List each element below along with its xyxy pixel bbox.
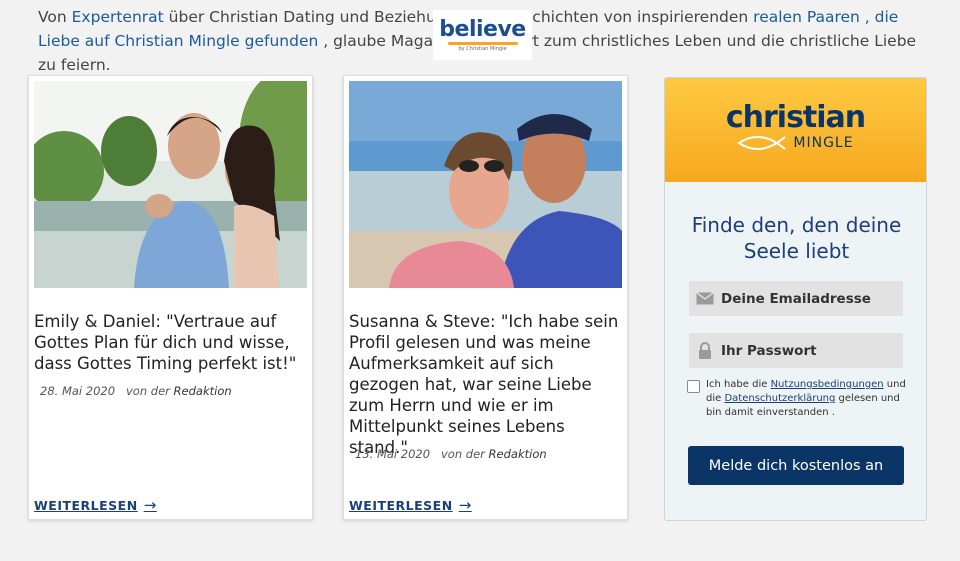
terms-consent: Ich habe die Nutzungsbedingungen und die… — [687, 378, 907, 420]
christian-mingle-logo-row: MINGLE — [737, 135, 853, 151]
read-more-label: WEITERLESEN — [34, 497, 138, 513]
terms-text: Ich habe die Nutzungsbedingungen und die… — [706, 379, 906, 418]
story-card: Emily & Daniel: "Vertraue auf Gottes Pla… — [28, 75, 313, 520]
envelope-icon — [695, 289, 715, 309]
read-more-link[interactable]: WEITERLESEN → — [34, 496, 157, 514]
expertenrat-link[interactable]: Expertenrat — [72, 8, 164, 26]
lock-icon — [695, 341, 715, 361]
story-by: von der — [126, 384, 170, 398]
believe-logo[interactable]: believe by Christian Mingle — [433, 10, 532, 60]
story-meta: 28. Mai 2020 von der Redaktion — [40, 384, 232, 398]
privacy-policy-link[interactable]: Datenschutzerklärung — [724, 393, 835, 404]
fish-icon — [737, 136, 787, 150]
story-quote: Emily & Daniel: "Vertraue auf Gottes Pla… — [34, 312, 297, 373]
terms-of-use-link[interactable]: Nutzungsbedingungen — [771, 379, 884, 390]
story-quote: Susanna & Steve: "Ich habe sein Profil g… — [349, 312, 619, 457]
story-meta: 13. Mai 2020 von der Redaktion — [355, 447, 547, 461]
christian-mingle-logo: christian — [725, 100, 866, 135]
signup-panel: christian MINGLE Finde den, den deine Se… — [664, 77, 927, 521]
terms-checkbox[interactable] — [687, 380, 700, 393]
believe-logo-sub: by Christian Mingle — [458, 45, 507, 52]
christian-mingle-logo-sub: MINGLE — [793, 135, 854, 151]
password-field[interactable]: Ihr Passwort — [689, 333, 903, 368]
signup-headline: Finde den, den deine Seele liebt — [691, 213, 902, 263]
arrow-right-icon: → — [458, 496, 472, 514]
story-date: 28. Mai 2020 — [40, 384, 116, 398]
couple-photo-emily-daniel[interactable] — [34, 81, 307, 288]
email-field[interactable]: Deine Emailadresse — [689, 281, 903, 316]
password-placeholder: Ihr Passwort — [721, 342, 817, 359]
signup-header: christian MINGLE — [665, 78, 926, 182]
story-card: Susanna & Steve: "Ich habe sein Profil g… — [343, 75, 628, 520]
email-placeholder: Deine Emailadresse — [721, 290, 871, 307]
story-author[interactable]: Redaktion — [489, 447, 547, 461]
believe-logo-word: believe — [439, 16, 526, 42]
signup-button[interactable]: Melde dich kostenlos an — [688, 446, 904, 485]
couple-photo-susanna-steve[interactable] — [349, 81, 622, 288]
story-author[interactable]: Redaktion — [174, 384, 232, 398]
story-by: von der — [441, 447, 485, 461]
arrow-right-icon: → — [143, 496, 157, 514]
story-date: 13. Mai 2020 — [355, 447, 431, 461]
read-more-link[interactable]: WEITERLESEN → — [349, 496, 472, 514]
read-more-label: WEITERLESEN — [349, 497, 453, 513]
believe-logo-swoosh — [447, 41, 518, 45]
